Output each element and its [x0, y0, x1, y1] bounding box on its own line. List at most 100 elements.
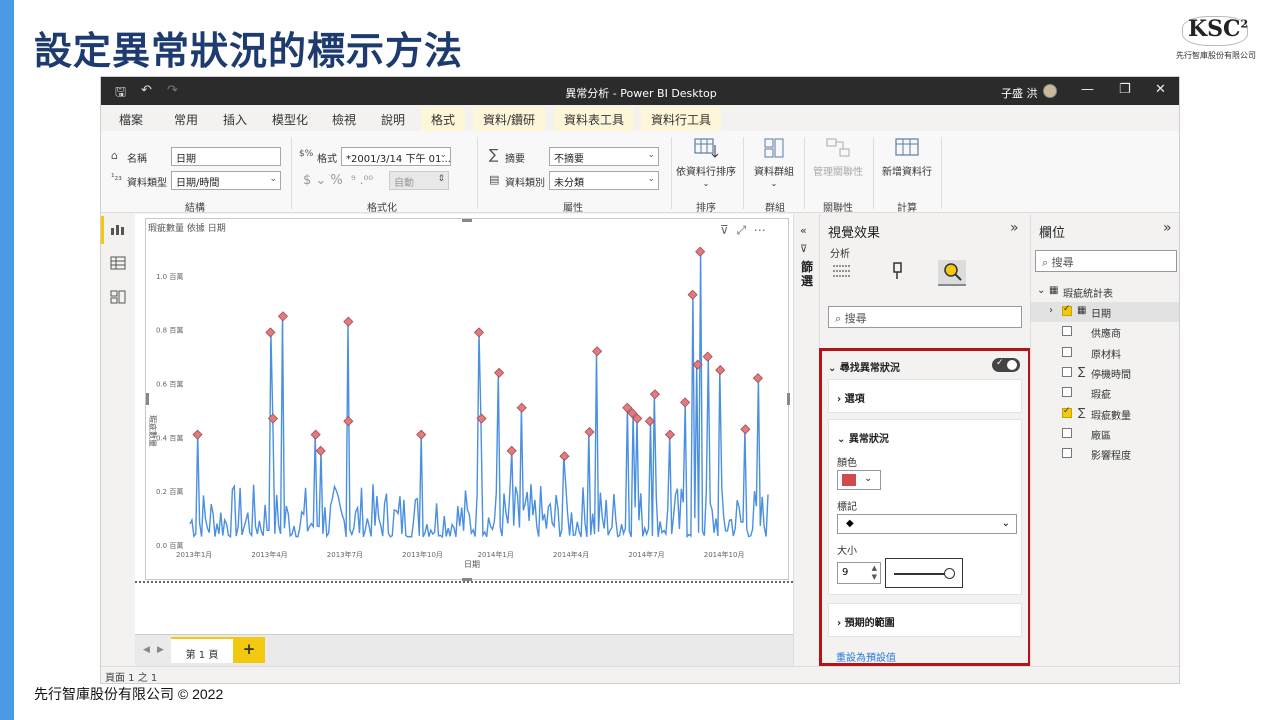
page-tab-1[interactable]: 第 1 頁	[171, 637, 233, 663]
anomalies-card: ⌄ 異常狀況 顏色 ⌄ 標記 ◆ ⌄ 大小 9 ▲ ▼	[828, 419, 1022, 595]
filters-pane-collapsed[interactable]: « ⊽ 篩選	[793, 214, 819, 666]
avatar[interactable]	[1043, 84, 1057, 98]
anomaly-marker	[649, 389, 660, 400]
chevron-down-icon: ⌄	[269, 174, 277, 184]
tab-table-tools[interactable]: 資料表工具	[554, 107, 635, 132]
field-item[interactable]: 原材料	[1031, 343, 1179, 363]
field-checkbox[interactable]	[1062, 346, 1072, 357]
field-item[interactable]: ∑ 瑕疵數量	[1031, 404, 1179, 424]
summary-select[interactable]: 不摘要 ⌄	[549, 147, 659, 166]
chevrons-right-icon[interactable]: »	[1163, 220, 1172, 236]
y-tick-label: 1.0 百萬	[156, 272, 183, 281]
field-checkbox[interactable]	[1062, 448, 1072, 459]
add-page-button[interactable]: +	[233, 637, 265, 663]
summary-label: 摘要	[505, 154, 525, 165]
chevrons-left-icon[interactable]: «	[800, 224, 807, 237]
name-input[interactable]: 日期	[171, 147, 281, 166]
chevron-down-icon: ⌄	[647, 150, 655, 160]
format-visual-tab[interactable]	[884, 260, 912, 286]
field-checkbox[interactable]	[1062, 304, 1072, 316]
tab-view[interactable]: 檢視	[332, 111, 356, 128]
currency-percent-buttons[interactable]: $ ⌄ %	[303, 173, 343, 188]
table-icon: ▦	[1049, 285, 1059, 296]
data-view-icon[interactable]	[110, 256, 126, 270]
data-groups-button[interactable]: 資料群組 ⌄	[749, 137, 799, 189]
slider-thumb[interactable]	[944, 568, 955, 579]
tab-help[interactable]: 說明	[381, 111, 405, 128]
group-format: 格式化	[367, 203, 397, 214]
spinner-icon[interactable]: ▲ ▼	[872, 564, 877, 582]
title-bar: 🖫 ↶ ↷ 異常分析 - Power BI Desktop 子盛 洪 — ❐ ✕	[101, 77, 1179, 105]
report-view-icon[interactable]	[110, 222, 126, 236]
anomaly-marker	[192, 429, 203, 440]
marker-select[interactable]: ◆ ⌄	[837, 514, 1017, 534]
fields-search-input[interactable]: ⌕ 搜尋	[1035, 250, 1177, 272]
status-bar: 頁面 1 之 1	[101, 666, 1179, 683]
options-card[interactable]: › 選項	[828, 379, 1022, 413]
close-icon[interactable]: ✕	[1155, 82, 1166, 97]
field-checkbox[interactable]	[1062, 366, 1072, 377]
field-item[interactable]: 供應商	[1031, 322, 1179, 342]
table-item[interactable]: ⌄ ▦ 瑕疵統計表	[1031, 282, 1179, 302]
new-column-button[interactable]: 新增資料行	[877, 137, 937, 178]
field-item[interactable]: › ▦ 日期	[1031, 302, 1179, 322]
tab-file[interactable]: 檔案	[119, 111, 143, 128]
viz-search-input[interactable]: ⌕ 搜尋	[828, 306, 1022, 328]
field-name: 原材料	[1091, 349, 1121, 361]
format-select[interactable]: *2001/3/14 下午 01... ⌄	[341, 147, 451, 166]
comma-decimal-icons[interactable]: ⁹ .⁰⁰	[351, 173, 373, 187]
tab-format[interactable]: 格式	[421, 107, 466, 132]
chevrons-right-icon[interactable]: »	[1010, 220, 1019, 236]
field-checkbox[interactable]	[1062, 427, 1072, 438]
anomaly-marker	[592, 346, 603, 357]
anomaly-marker	[752, 373, 764, 384]
tab-column-tools[interactable]: 資料行工具	[641, 107, 722, 134]
x-tick-label: 2013年10月	[402, 550, 443, 559]
minimize-icon[interactable]: —	[1081, 82, 1094, 97]
sort-by-column-button[interactable]: 依資料行排序 ⌄	[673, 137, 739, 189]
anomaly-color-picker[interactable]: ⌄	[837, 470, 881, 490]
anomalies-header[interactable]: ⌄ 異常狀況	[837, 430, 889, 445]
reset-to-default-link[interactable]: 重設為預設值	[836, 649, 896, 664]
field-name: 瑕疵數量	[1091, 410, 1131, 422]
sort-icon	[694, 138, 719, 158]
divider	[743, 137, 744, 209]
prev-page-icon[interactable]: ◀	[143, 645, 150, 655]
tab-insert[interactable]: 插入	[223, 111, 247, 128]
category-select[interactable]: 未分類 ⌄	[549, 171, 659, 190]
expected-range-card[interactable]: › 預期的範圍	[828, 603, 1022, 637]
active-view-indicator	[101, 216, 104, 244]
anomaly-marker	[687, 289, 698, 300]
tab-home[interactable]: 常用	[174, 111, 198, 128]
build-visual-tab[interactable]	[828, 260, 856, 286]
line-chart-visual[interactable]: 瑕疵數量 依據 日期 ⊽ ⤢ ⋯ 0.0 百萬 0.2 百萬 0.4 百萬 0.6 百…	[145, 218, 790, 581]
field-name: 廠區	[1091, 430, 1111, 442]
chevron-down-icon: ⌄	[770, 179, 778, 188]
model-view-icon[interactable]	[110, 290, 126, 304]
x-tick-label: 2014年10月	[704, 550, 745, 559]
filter-icon: ⊽	[800, 244, 808, 255]
field-item[interactable]: ∑ 停機時間	[1031, 363, 1179, 383]
field-checkbox[interactable]	[1062, 406, 1072, 418]
find-anomalies-header[interactable]: ⌄ 尋找異常狀況	[828, 359, 900, 374]
find-anomalies-toggle[interactable]: ✓	[992, 358, 1020, 372]
field-item[interactable]: 影響程度	[1031, 444, 1179, 464]
restore-icon[interactable]: ❐	[1119, 82, 1131, 97]
manage-relationships-button: 管理關聯性	[807, 137, 869, 178]
anomaly-marker	[644, 416, 655, 427]
chevron-down-icon: ⌄	[837, 434, 846, 445]
field-checkbox[interactable]	[1062, 387, 1072, 398]
sigma-icon: ∑	[489, 147, 499, 163]
resize-handle	[146, 393, 149, 405]
marker-size-slider[interactable]	[885, 558, 963, 588]
next-page-icon[interactable]: ▶	[157, 645, 164, 655]
field-item[interactable]: 廠區	[1031, 424, 1179, 444]
tab-modeling[interactable]: 模型化	[272, 111, 308, 128]
tab-data-drill[interactable]: 資料/鑽研	[473, 107, 546, 132]
field-item[interactable]: 瑕疵	[1031, 383, 1179, 403]
marker-size-input[interactable]: 9 ▲ ▼	[837, 562, 881, 584]
field-checkbox[interactable]	[1062, 326, 1072, 337]
analytics-tab[interactable]	[938, 260, 966, 286]
anomaly-marker	[584, 426, 595, 438]
datatype-select[interactable]: 日期/時間 ⌄	[171, 171, 281, 190]
